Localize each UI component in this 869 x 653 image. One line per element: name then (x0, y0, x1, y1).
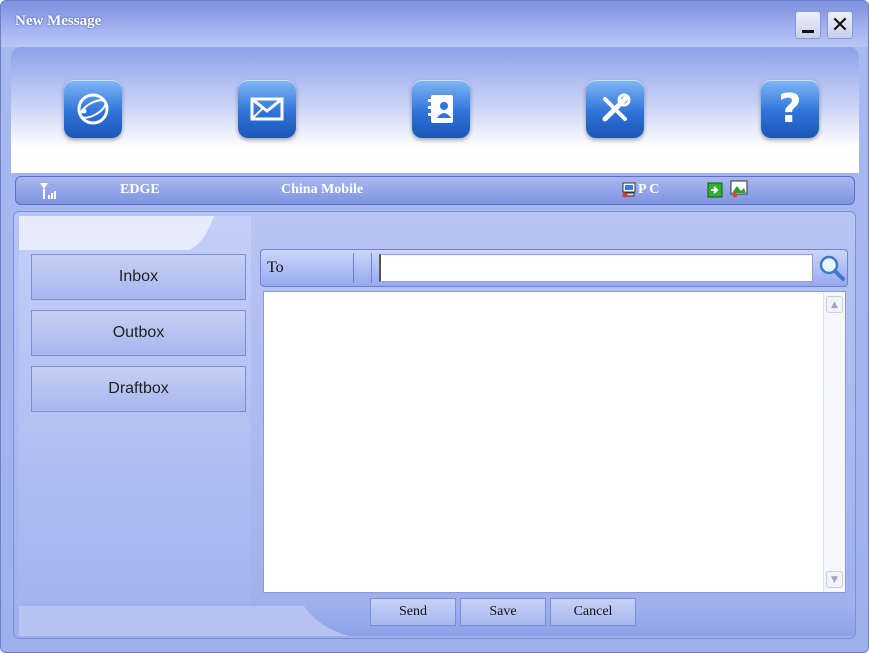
close-button[interactable]: ✕ (827, 11, 853, 39)
message-text[interactable] (268, 296, 819, 588)
minimize-button[interactable] (795, 11, 821, 39)
messages-button[interactable] (238, 80, 296, 138)
internet-globe-icon (77, 93, 109, 125)
sidebar-item-inbox[interactable]: Inbox (31, 254, 246, 300)
status-bar: EDGE China Mobile P C (15, 176, 855, 205)
sidebar-item-label: Inbox (118, 268, 159, 285)
help-button[interactable]: ? (761, 80, 819, 138)
help-icon: ? (778, 86, 802, 132)
operator-name: China Mobile (281, 182, 364, 197)
recipient-row: To (260, 249, 848, 287)
vertical-scrollbar[interactable]: ▲ ▼ (823, 292, 845, 592)
scroll-up-arrow[interactable]: ▲ (826, 296, 843, 313)
divider (371, 253, 372, 283)
title-bar[interactable]: New Message ✕ (1, 1, 868, 47)
close-icon: ✕ (830, 12, 850, 38)
sidebar-item-outbox[interactable]: Outbox (31, 310, 246, 356)
action-bar-tab (19, 606, 349, 636)
save-button[interactable]: Save (460, 598, 546, 626)
message-window: New Message ✕ ? EDGE China Mobile P C In… (0, 0, 869, 653)
main-toolbar: ? (11, 47, 859, 173)
window-title: New Message (15, 13, 102, 29)
cancel-button[interactable]: Cancel (550, 598, 636, 626)
divider (353, 253, 354, 283)
message-body[interactable]: ▲ ▼ (263, 291, 846, 593)
internet-button[interactable] (64, 80, 122, 138)
pc-connection-icon (622, 182, 636, 198)
picture-icon (730, 180, 748, 198)
sidebar-header-tab (19, 216, 214, 250)
search-contacts-button[interactable] (817, 252, 847, 284)
envelope-icon (250, 97, 284, 121)
contacts-book-icon (428, 95, 453, 123)
minimize-icon (802, 29, 814, 33)
settings-button[interactable] (586, 80, 644, 138)
contacts-button[interactable] (412, 80, 470, 138)
sim-icon (707, 182, 723, 198)
sidebar-item-label: Outbox (112, 324, 165, 341)
scroll-down-arrow[interactable]: ▼ (826, 571, 843, 588)
search-icon (819, 255, 845, 281)
network-type: EDGE (120, 182, 160, 197)
to-button[interactable]: To (267, 259, 284, 277)
pc-label: P C (638, 182, 660, 197)
recipient-input[interactable] (379, 254, 813, 282)
send-button[interactable]: Send (370, 598, 456, 626)
sidebar-item-label: Draftbox (108, 380, 169, 397)
signal-strength-icon (40, 183, 56, 199)
sidebar-item-draftbox[interactable]: Draftbox (31, 366, 246, 412)
tools-icon (602, 93, 631, 122)
